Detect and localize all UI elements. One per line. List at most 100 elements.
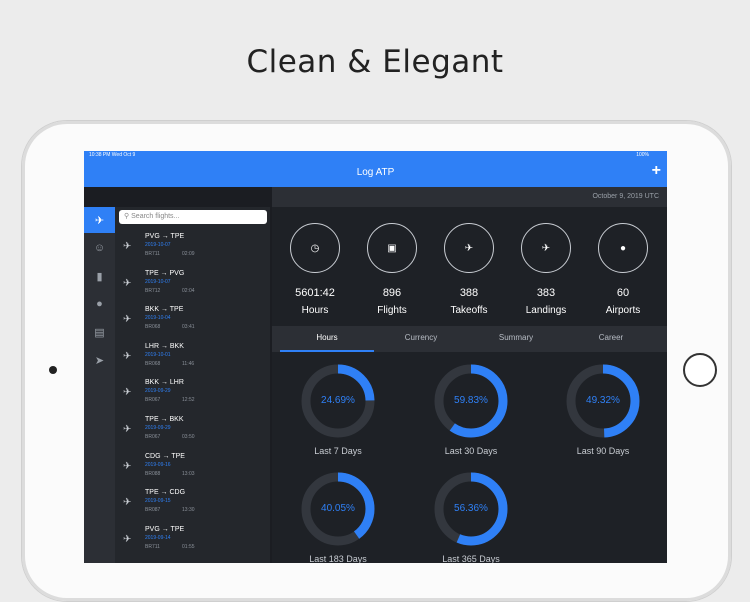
ring-percent: 56.36%: [454, 503, 488, 514]
flight-list-item[interactable]: ✈ CDG → TPE 2019-09-16 BR088 13:03: [115, 449, 270, 485]
home-button[interactable]: [683, 353, 717, 387]
flight-duration: 02:09: [182, 251, 195, 257]
airplane-icon: ✈: [123, 533, 132, 545]
airplane-icon: ✈: [123, 460, 132, 472]
document-icon[interactable]: ▤: [84, 319, 115, 345]
flight-route: TPE → PVG: [145, 269, 185, 277]
ring-percent: 59.83%: [454, 395, 488, 406]
clock-icon: ◷: [290, 223, 340, 273]
percentage-ring: 59.83%: [431, 361, 511, 441]
globe-icon[interactable]: ●: [84, 291, 115, 317]
flight-list-item[interactable]: ✈ PVG → TPE 2019-10-07 BR711 02:09: [115, 229, 270, 265]
stat-takeoffs: ✈ 388 Takeoffs: [432, 223, 506, 316]
airplane-icon: ✈: [123, 314, 132, 326]
pilot-icon[interactable]: ☺: [84, 235, 115, 261]
dashboard: ◷ 5601:42 Hours ▣ 896 Flights ✈ 388 Takeoffs ✈ 383…: [272, 207, 667, 563]
ring-percent: 24.69%: [321, 395, 355, 406]
flight-date: 2019-09-14: [145, 534, 171, 541]
ring-percent: 40.05%: [321, 503, 355, 514]
percentage-ring: 49.32%: [563, 361, 643, 441]
flight-list-item[interactable]: ✈ TPE → CDG 2019-09-15 BR087 13:30: [115, 485, 270, 521]
ring-label: Last 30 Days: [444, 446, 498, 456]
flight-number: BR711: [145, 251, 160, 257]
percentage-ring: 56.36%: [431, 469, 511, 549]
ring-percent: 49.32%: [586, 395, 620, 406]
flight-duration: 03:41: [182, 324, 195, 331]
send-icon[interactable]: ➤: [84, 347, 115, 373]
stat-value: 383: [536, 287, 556, 299]
flight-meta: BR087 13:30: [145, 507, 195, 513]
tab-career[interactable]: Career: [564, 326, 658, 350]
flight-number: BR068: [145, 324, 161, 331]
flight-date: 2019-09-29: [145, 388, 171, 395]
airplane-icon: ✈: [123, 241, 132, 252]
flight-duration: 12:52: [182, 397, 195, 404]
flight-list-item[interactable]: ✈ BKK → LHR 2019-09-29 BR067 12:52: [115, 375, 270, 411]
airplane-icon: ✈: [123, 497, 132, 509]
briefcase-icon: ▣: [367, 223, 417, 273]
flight-duration: 13:03: [182, 470, 195, 477]
stat-airports: ● 60 Airports: [586, 223, 660, 316]
search-input[interactable]: ⚲ Search flights...: [119, 210, 267, 224]
flight-meta: BR712 02:04: [145, 287, 195, 294]
location-pin-icon: ●: [598, 223, 648, 273]
tab-hours[interactable]: Hours: [280, 326, 374, 352]
flight-route: BKK → LHR: [145, 379, 184, 387]
date-utc: October 9, 2019 UTC: [592, 193, 659, 200]
flight-route: LHR → BKK: [145, 342, 184, 350]
flight-date: 2019-10-07: [145, 242, 171, 248]
sidebar-rail: ✈ ☺ ▮ ● ▤ ➤: [84, 207, 115, 563]
status-time: 10:38 PM Wed Oct 9: [89, 152, 136, 158]
flight-list-item[interactable]: ✈ TPE → PVG 2019-10-07 BR712 02:04: [115, 266, 270, 302]
flight-duration: 11:46: [182, 360, 195, 367]
flight-date: 2019-09-15: [145, 498, 171, 505]
stat-label: Hours: [301, 305, 329, 316]
tab-summary[interactable]: Summary: [469, 326, 563, 350]
stat-landings: ✈ 383 Landings: [509, 223, 583, 316]
stat-label: Takeoffs: [450, 305, 488, 316]
ring-label: Last 7 Days: [314, 446, 362, 456]
tab-currency[interactable]: Currency: [374, 326, 468, 350]
flight-meta: BR067 03:50: [145, 434, 195, 440]
status-bar: 10:38 PM Wed Oct 9 100%: [84, 151, 667, 160]
flight-meta: BR711 01:55: [145, 543, 195, 550]
plus-icon[interactable]: +: [652, 162, 661, 180]
percentage-ring: 24.69%: [298, 361, 378, 441]
flight-list-item[interactable]: ✈ BKK → TPE 2019-10-04 BR068 03:41: [115, 302, 270, 338]
stat-label: Airports: [605, 305, 641, 316]
flight-meta: BR068 03:41: [145, 324, 195, 331]
flight-route: BKK → TPE: [145, 306, 184, 314]
flight-date: 2019-09-29: [145, 425, 171, 431]
status-battery: 100%: [636, 152, 649, 158]
percentage-ring: 40.05%: [298, 469, 378, 549]
airplane-icon: ✈: [123, 424, 132, 435]
flight-meta: BR711 02:09: [145, 251, 195, 257]
flight-number: BR068: [145, 360, 161, 367]
bar-chart-icon[interactable]: ▮: [84, 263, 115, 289]
nav-bar: Log ATP +: [84, 160, 667, 187]
headline: Clean & Elegant: [246, 44, 504, 80]
flight-meta: BR088 13:03: [145, 470, 195, 477]
flight-number: BR711: [145, 543, 160, 550]
flight-list-item[interactable]: ✈ TPE → BKK 2019-09-29 BR067 03:50: [115, 412, 270, 448]
flight-list-item[interactable]: ✈ LHR → BKK 2019-10-01 BR068 11:46: [115, 339, 270, 375]
stat-flights: ▣ 896 Flights: [355, 223, 429, 316]
takeoff-icon: ✈: [444, 223, 494, 273]
airplane-icon[interactable]: ✈: [84, 207, 115, 233]
flight-route: PVG → TPE: [145, 525, 185, 533]
camera-dot: [49, 366, 57, 374]
ring-label: Last 365 Days: [442, 554, 500, 563]
airplane-icon: ✈: [123, 277, 132, 289]
stat-value: 896: [382, 287, 402, 299]
flight-date: 2019-09-16: [145, 461, 171, 468]
flight-duration: 02:04: [182, 287, 195, 294]
search-icon: ⚲: [124, 213, 130, 220]
flight-number: BR712: [145, 287, 161, 294]
flight-number: BR088: [145, 470, 161, 477]
stat-label: Flights: [377, 305, 407, 316]
flight-number: BR067: [145, 434, 161, 440]
flight-duration: 03:50: [182, 434, 195, 440]
flight-meta: BR068 11:46: [145, 360, 194, 367]
search-placeholder: Search flights...: [131, 213, 180, 220]
flight-list-item[interactable]: ✈ PVG → TPE 2019-09-14 BR711 01:55: [115, 522, 270, 558]
